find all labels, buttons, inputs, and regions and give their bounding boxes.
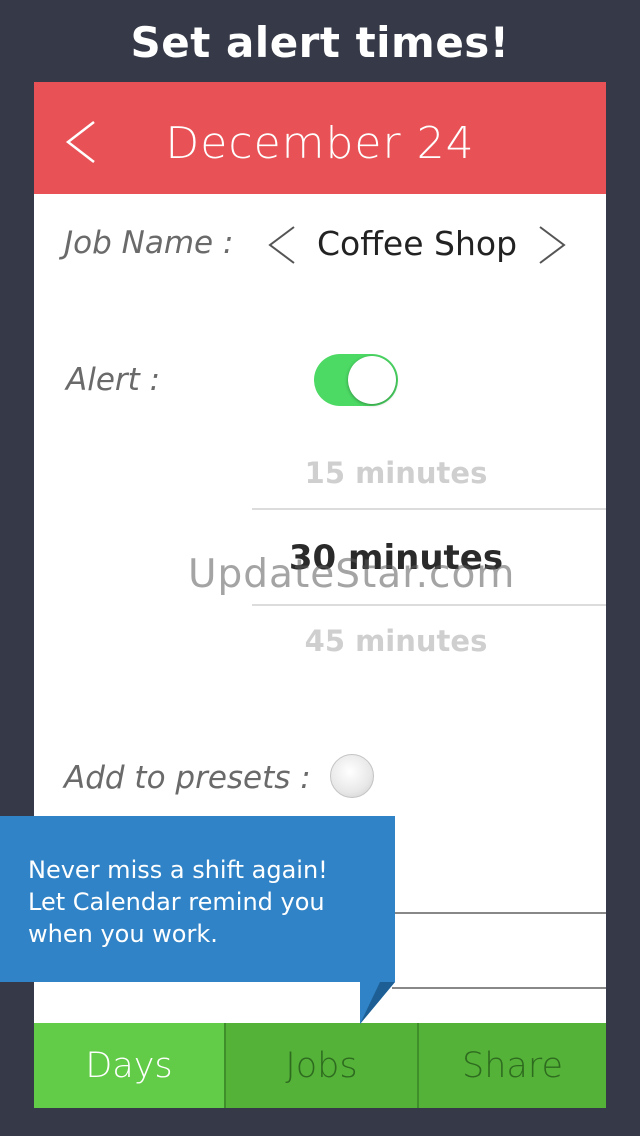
tooltip-line: when you work.	[28, 920, 218, 948]
toggle-knob	[348, 356, 396, 404]
add-to-presets-label: Add to presets :	[64, 760, 311, 796]
promo-title: Set alert times!	[130, 18, 510, 67]
tab-share[interactable]: Share	[419, 1023, 606, 1108]
row-divider	[392, 987, 606, 989]
tab-days[interactable]: Days	[34, 1023, 224, 1108]
picker-option[interactable]: 45 minutes	[252, 624, 540, 658]
tooltip-line: Never miss a shift again!	[28, 856, 328, 884]
row-divider	[392, 912, 606, 914]
promo-tooltip: Never miss a shift again! Let Calendar r…	[0, 816, 395, 982]
tooltip-fold	[360, 982, 395, 1024]
alert-toggle[interactable]	[314, 354, 398, 406]
job-name-label: Job Name :	[64, 225, 234, 261]
watermark: UpdateStar.com	[188, 552, 516, 597]
chevron-left-icon	[268, 226, 295, 264]
job-name-value[interactable]: Coffee Shop	[302, 224, 532, 263]
picker-option[interactable]: 15 minutes	[252, 456, 540, 490]
tooltip-line: Let Calendar remind you	[28, 888, 325, 916]
tooltip-text: Never miss a shift again! Let Calendar r…	[28, 854, 378, 950]
tab-bar: Days Jobs Share	[34, 1023, 606, 1108]
previous-job-button[interactable]	[266, 223, 298, 267]
picker-divider	[252, 604, 606, 606]
header-bar: December 24	[34, 82, 606, 194]
next-job-button[interactable]	[536, 223, 568, 267]
alert-label: Alert :	[66, 362, 161, 398]
tab-jobs[interactable]: Jobs	[226, 1023, 417, 1108]
chevron-right-icon	[539, 226, 566, 264]
picker-divider	[252, 508, 606, 510]
add-to-presets-radio[interactable]	[330, 754, 374, 798]
page-title: December 24	[165, 118, 475, 169]
